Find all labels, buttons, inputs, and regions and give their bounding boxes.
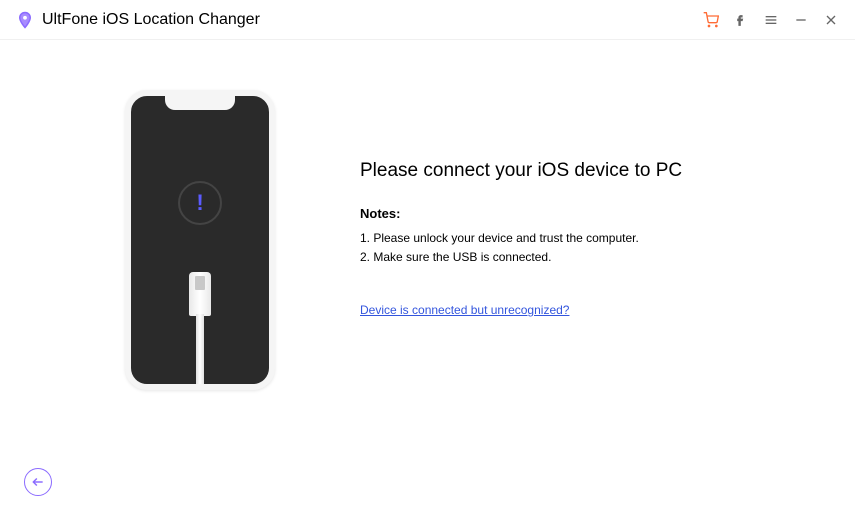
menu-icon[interactable] bbox=[763, 12, 779, 28]
help-link[interactable]: Device is connected but unrecognized? bbox=[360, 303, 569, 317]
app-logo-icon bbox=[16, 11, 34, 29]
usb-cable-icon bbox=[196, 314, 204, 384]
app-title: UltFone iOS Location Changer bbox=[42, 11, 260, 29]
content-area: ! Please connect your iOS device to PC N… bbox=[0, 40, 855, 520]
device-illustration: ! bbox=[60, 90, 340, 520]
alert-circle: ! bbox=[178, 181, 222, 225]
cart-icon[interactable] bbox=[703, 12, 719, 28]
note-item: 1. Please unlock your device and trust t… bbox=[360, 229, 795, 248]
close-icon[interactable] bbox=[823, 12, 839, 28]
notes-label: Notes: bbox=[360, 206, 795, 221]
notes-list: 1. Please unlock your device and trust t… bbox=[360, 229, 795, 267]
back-button[interactable] bbox=[24, 468, 52, 496]
info-panel: Please connect your iOS device to PC Not… bbox=[340, 90, 795, 520]
phone-graphic: ! bbox=[125, 90, 275, 390]
minimize-icon[interactable] bbox=[793, 12, 809, 28]
usb-connector-icon bbox=[189, 272, 211, 316]
exclamation-icon: ! bbox=[196, 190, 203, 216]
facebook-icon[interactable] bbox=[733, 12, 749, 28]
phone-notch bbox=[165, 96, 235, 110]
titlebar: UltFone iOS Location Changer bbox=[0, 0, 855, 40]
window-controls bbox=[703, 12, 839, 28]
note-item: 2. Make sure the USB is connected. bbox=[360, 248, 795, 267]
headline: Please connect your iOS device to PC bbox=[360, 160, 795, 182]
